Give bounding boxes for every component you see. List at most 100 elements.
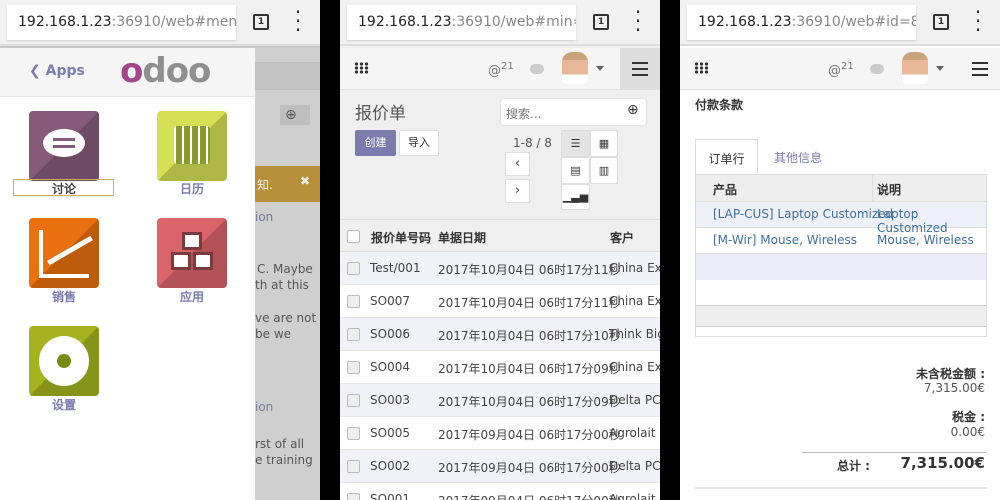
app-calendar[interactable]	[157, 111, 227, 181]
tab-other-info[interactable]: 其他信息	[774, 149, 822, 166]
apps-grid-icon[interactable]	[354, 62, 369, 74]
url-bar[interactable]: 192.168.1.23:36910/web#id=8&v	[687, 5, 916, 40]
more-menu-icon[interactable]: · · ·	[972, 2, 984, 40]
quotation-number: SO007	[370, 294, 410, 308]
order-date: 2017年10月04日 06时17分09秒	[438, 362, 621, 376]
tab-switcher-icon[interactable]: 1	[593, 14, 609, 30]
table-row[interactable]: SO006 2017年10月04日 06时17分10秒 Think Big	[340, 318, 660, 351]
calendar-view-button[interactable]: ▤	[561, 157, 590, 184]
customer: Delta PC	[609, 459, 660, 473]
row-checkbox[interactable]	[347, 427, 360, 440]
back-apps-button[interactable]: ❮ Apps	[29, 63, 85, 79]
app-label: 设置	[51, 398, 76, 412]
table-row[interactable]: SO005 2017年09月04日 06时17分00秒 Agrolait	[340, 417, 660, 450]
pager-value: 1-8 / 8	[513, 136, 552, 150]
column-header[interactable]: 单据日期	[438, 229, 486, 246]
mentions-button[interactable]: @21	[488, 61, 514, 78]
row-checkbox[interactable]	[347, 460, 360, 473]
row-checkbox[interactable]	[347, 295, 360, 308]
chat-icon[interactable]	[530, 64, 544, 74]
tax-amount: 0.00€	[950, 425, 985, 439]
tab-switcher-icon[interactable]: 1	[253, 14, 269, 30]
top-navbar: @21	[680, 48, 1000, 90]
import-button[interactable]: 导入	[399, 130, 439, 156]
customer: Agrolait	[609, 492, 656, 500]
select-all-checkbox[interactable]	[347, 230, 360, 243]
bg-text: e training	[255, 453, 313, 467]
url-bar[interactable]: 192.168.1.23:36910/web#menu_i	[7, 5, 236, 40]
table-row[interactable]: SO004 2017年10月04日 06时17分09秒China Export	[340, 351, 660, 384]
untaxed-amount: 7,315.00€	[923, 381, 985, 395]
apps-grid-icon[interactable]	[694, 62, 709, 74]
table-row[interactable]: [M-Wir] Mouse, Wireless Mouse, Wireless	[696, 228, 986, 254]
more-menu-icon[interactable]: · · ·	[632, 2, 644, 40]
column-header[interactable]: 产品	[713, 181, 737, 198]
row-checkbox[interactable]	[347, 262, 360, 275]
order-date: 2017年09月04日 06时17分00秒	[438, 492, 621, 500]
table-row[interactable]: SO001 2017年09月04日 06时17分00秒Agrolait	[340, 483, 660, 500]
quotation-number: SO006	[370, 327, 410, 341]
app-drawer: ❮ Apps odoo 讨论 日历 销售 应用 设置	[0, 48, 255, 500]
odoo-logo: odoo	[120, 51, 211, 91]
quotation-number: SO005	[370, 426, 410, 440]
list-view-button[interactable]: ☰	[561, 130, 590, 157]
order-lines-table: 产品 说明 [LAP-CUS] Laptop Customized Laptop …	[695, 174, 987, 337]
quotation-number: SO004	[370, 360, 410, 374]
table-row[interactable]: SO003 2017年10月04日 06时17分09秒 Delta PC	[340, 384, 660, 417]
untaxed-label: 未含税金额 :	[916, 367, 985, 381]
customer: Delta PC	[609, 393, 660, 407]
column-header[interactable]: 客户	[610, 229, 634, 246]
hamburger-menu-icon[interactable]	[960, 48, 1000, 90]
tab-order-lines[interactable]: 订单行	[695, 139, 758, 175]
graph-view-button[interactable]: ▁▃▅	[561, 184, 590, 210]
pivot-view-button[interactable]: ▥	[590, 157, 618, 184]
url-bar[interactable]: 192.168.1.23:36910/web#min=18	[347, 5, 576, 40]
pager-next-button[interactable]: ›	[505, 179, 530, 203]
table-row[interactable]: Test/001 2017年10月04日 06时17分11秒China Expor…	[340, 252, 660, 285]
cubes-icon	[171, 232, 213, 274]
app-sales[interactable]	[29, 218, 99, 288]
avatar[interactable]	[902, 52, 928, 84]
quotation-number: SO003	[370, 393, 410, 407]
tab-switcher-icon[interactable]: 1	[933, 14, 949, 30]
more-menu-icon[interactable]: · · ·	[292, 2, 304, 40]
pager-previous-button[interactable]: ‹	[505, 152, 530, 176]
quotation-number: SO001	[370, 492, 410, 500]
screen-quotation-form: 192.168.1.23:36910/web#id=8&v 1 ··· @21 …	[680, 0, 1000, 500]
bg-text: C. Maybe	[257, 262, 313, 276]
hamburger-menu-icon[interactable]	[620, 48, 660, 90]
app-label: 日历	[179, 182, 204, 196]
row-checkbox[interactable]	[347, 361, 360, 374]
search-input[interactable]: 搜索... ⊕	[501, 99, 646, 125]
table-row[interactable]: [LAP-CUS] Laptop Customized Laptop Custom…	[696, 202, 986, 235]
browser-toolbar: 192.168.1.23:36910/web#menu_i 1 ···	[0, 0, 320, 46]
create-button[interactable]: 创建	[355, 130, 396, 156]
app-discuss[interactable]	[29, 111, 99, 181]
row-checkbox[interactable]	[347, 394, 360, 407]
row-checkbox[interactable]	[347, 328, 360, 341]
mentions-button[interactable]: @21	[828, 61, 854, 78]
order-date: 2017年09月04日 06时17分00秒	[438, 461, 621, 475]
customer: China Export	[609, 261, 660, 275]
chevron-left-icon: ❮	[29, 63, 41, 79]
kanban-view-button[interactable]: ▦	[590, 130, 618, 157]
avatar[interactable]	[562, 52, 588, 84]
app-apps[interactable]	[157, 218, 227, 288]
table-row[interactable]: SO002 2017年09月04日 06时17分00秒 Delta PC	[340, 450, 660, 483]
order-date: 2017年10月04日 06时17分11秒	[438, 296, 621, 310]
chat-icon[interactable]	[870, 64, 884, 74]
browser-toolbar: 192.168.1.23:36910/web#min=18 1 ···	[340, 0, 660, 46]
order-date: 2017年10月04日 06时17分10秒	[438, 329, 621, 343]
column-header[interactable]: 报价单号码	[371, 229, 431, 246]
column-header[interactable]: 说明	[877, 181, 901, 198]
table-row[interactable]: SO007 2017年10月04日 06时17分11秒China Export	[340, 285, 660, 318]
caret-down-icon[interactable]	[936, 66, 944, 75]
row-checkbox[interactable]	[347, 493, 360, 500]
top-navbar: @21	[340, 48, 660, 90]
background-app: ⊕ 知. ✖ ion C. Maybe th at this ve are not…	[255, 48, 320, 500]
app-settings[interactable]	[29, 326, 99, 396]
bg-text: ve are not	[255, 311, 317, 325]
caret-down-icon[interactable]	[596, 66, 604, 75]
total-amount: 7,315.00€	[900, 454, 985, 472]
bg-text: rst of all	[255, 437, 305, 451]
